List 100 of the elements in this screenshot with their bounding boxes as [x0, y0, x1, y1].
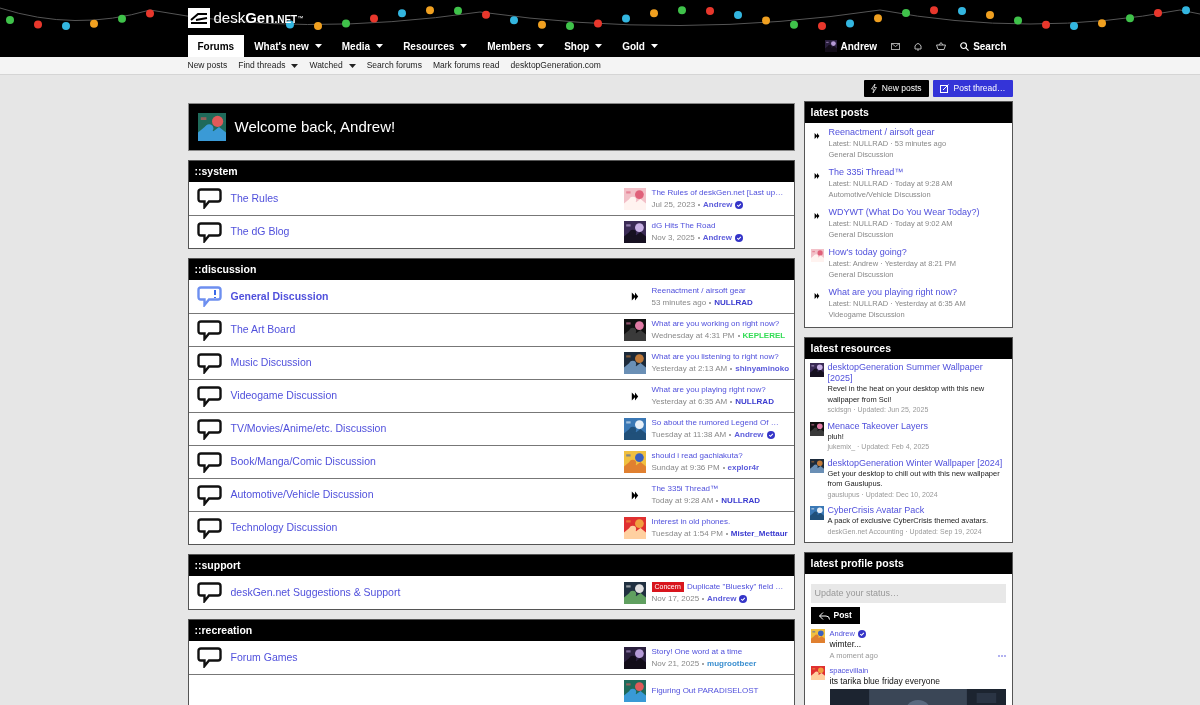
- welcome-text: Welcome back, Andrew!: [234, 116, 396, 137]
- nav-tab[interactable]: Resources: [393, 35, 478, 57]
- caret-icon: [537, 44, 545, 48]
- thread-link[interactable]: should i read gachiakuta?: [651, 450, 743, 462]
- username-link[interactable]: NULLRAD: [735, 396, 774, 408]
- section-header[interactable]: ::system: [188, 161, 794, 182]
- thread-link[interactable]: So about the rumored Legend Of …: [651, 417, 779, 429]
- bowtie-icon: [814, 171, 820, 180]
- username-link[interactable]: NULLRAD: [721, 495, 760, 507]
- caret-icon: [314, 44, 322, 48]
- thread-link[interactable]: WDYWT (What Do You Wear Today?): [828, 206, 980, 218]
- username-link[interactable]: Andrew: [703, 198, 733, 211]
- username-link[interactable]: shinyaminoko: [735, 363, 790, 375]
- nav-tab[interactable]: Members: [477, 35, 555, 57]
- forum-title[interactable]: Technology Discussion: [230, 520, 338, 536]
- thread-link[interactable]: What are you playing right now?: [828, 286, 966, 298]
- forum-title[interactable]: The dG Blog: [230, 224, 290, 240]
- thread-link[interactable]: Reenactment / airsoft gear: [828, 126, 947, 138]
- resource-link[interactable]: CyberCrisis Avatar Pack: [827, 505, 988, 516]
- thread-link[interactable]: dG Hits The Road: [651, 220, 716, 232]
- status-field[interactable]: Update your status…: [810, 583, 1006, 603]
- forum-title[interactable]: Forum Games: [230, 649, 298, 666]
- bowtie-icon: [630, 291, 639, 302]
- subnav-link[interactable]: desktopGeneration.com: [510, 59, 601, 72]
- username-link[interactable]: NULLRAD: [714, 296, 753, 309]
- caret-icon: [291, 63, 299, 68]
- post-time: Yesterday at 2:13 AM: [651, 363, 728, 375]
- nav-tab[interactable]: What's new: [244, 35, 332, 57]
- username-link[interactable]: Mister_Mettaur: [730, 528, 788, 540]
- bowtie-icon: [814, 131, 820, 140]
- post-time: Nov 3, 2025: [651, 232, 695, 244]
- thread-link[interactable]: The 335i Thread™: [651, 483, 719, 495]
- forum-title[interactable]: Book/Manga/Comic Discussion: [230, 454, 376, 470]
- post-time: Yesterday at 6:35 AM: [651, 396, 728, 408]
- nav-tab[interactable]: Forums: [187, 35, 245, 57]
- post-time: Nov 17, 2025: [651, 592, 700, 605]
- subnav-link[interactable]: Mark forums read: [432, 59, 500, 72]
- thread-link[interactable]: Figuring Out PARADISELOST: [651, 685, 759, 697]
- forum-title[interactable]: deskGen.net Suggestions & Support: [230, 584, 401, 601]
- section-header[interactable]: ::recreation: [188, 620, 794, 641]
- forum-title[interactable]: The Art Board: [230, 322, 296, 338]
- post-time: 53 minutes ago: [651, 296, 707, 309]
- caret-icon: [460, 44, 468, 48]
- post-time: Wednesday at 4:31 PM: [651, 330, 735, 342]
- subnav-link[interactable]: Find threads: [238, 59, 299, 72]
- subnav-link[interactable]: New posts: [187, 59, 228, 72]
- thread-link[interactable]: What are you working on right now?: [651, 318, 780, 330]
- forum-title[interactable]: TV/Movies/Anime/etc. Discussion: [230, 421, 387, 437]
- thread-link[interactable]: Duplicate "Bluesky" field …: [686, 580, 784, 593]
- thread-link[interactable]: What are you playing right now?: [651, 384, 766, 396]
- post-time: Tuesday at 1:54 PM: [651, 528, 723, 540]
- section-header[interactable]: ::support: [188, 555, 794, 576]
- username-link[interactable]: mugrootbeer: [707, 657, 757, 670]
- basket-icon[interactable]: [936, 42, 947, 50]
- bell-icon[interactable]: [914, 41, 923, 51]
- username-link[interactable]: Andrew: [734, 429, 764, 441]
- bowtie-icon: [630, 489, 639, 501]
- resource-link[interactable]: desktopGeneration Winter Wallpaper [2024]: [827, 457, 1007, 469]
- forum-title[interactable]: Videogame Discussion: [230, 388, 338, 404]
- thread-link[interactable]: Story! One word at a time: [651, 645, 743, 658]
- thread-link[interactable]: The 335i Thread™: [828, 166, 953, 178]
- profile-post-text: wimter...: [829, 639, 863, 650]
- forum-title[interactable]: The Rules: [230, 190, 279, 207]
- thread-link[interactable]: Reenactment / airsoft gear: [651, 284, 746, 297]
- nav-tab[interactable]: Shop: [554, 35, 613, 57]
- post-time: Tuesday at 11:38 AM: [651, 429, 727, 441]
- post-button[interactable]: Post: [810, 607, 860, 624]
- subnav-link[interactable]: Search forums: [366, 59, 422, 72]
- block-header: latest resources: [804, 338, 1012, 359]
- thread-link[interactable]: Interest in old phones.: [651, 516, 731, 528]
- thread-link[interactable]: The Rules of deskGen.net [Last up…: [651, 186, 784, 199]
- username-link[interactable]: Andrew: [702, 232, 732, 244]
- post-time: Today at 9:28 AM: [651, 495, 714, 507]
- mail-icon[interactable]: [891, 42, 901, 50]
- bowtie-icon: [814, 291, 820, 300]
- thread-link[interactable]: How's today going?: [828, 246, 957, 258]
- site-logo[interactable]: deskGen.NET$^{™}$: [213, 10, 304, 25]
- nav-tab[interactable]: Media: [331, 35, 394, 57]
- subnav-link[interactable]: Watched: [309, 59, 356, 72]
- forum-title[interactable]: Automotive/Vehicle Discussion: [230, 487, 374, 503]
- section-header[interactable]: ::discussion: [188, 259, 794, 280]
- forum-title[interactable]: Music Discussion: [230, 355, 312, 371]
- post-time: Sunday at 9:36 PM: [651, 462, 720, 474]
- forum-title[interactable]: General Discussion: [230, 288, 329, 305]
- search-icon: [960, 41, 970, 51]
- edit-icon: [939, 84, 949, 93]
- thread-link[interactable]: What are you listening to right now?: [651, 351, 779, 363]
- username-link[interactable]: Andrew: [707, 592, 737, 605]
- search-link[interactable]: Search: [960, 38, 1013, 54]
- nav-tab[interactable]: Gold: [612, 35, 668, 57]
- caret-icon: [595, 44, 603, 48]
- user-menu[interactable]: Andrew: [825, 38, 878, 54]
- post-time: Nov 21, 2025: [651, 657, 700, 670]
- post-time: Jul 25, 2023: [651, 198, 696, 211]
- bowtie-icon: [630, 390, 639, 402]
- action-button[interactable]: Post thread…: [932, 80, 1013, 97]
- username-link[interactable]: explor4r: [727, 462, 760, 474]
- resource-link[interactable]: desktopGeneration Summer Wallpaper [2025]: [827, 362, 1007, 384]
- resource-link[interactable]: Menace Takeover Layers: [827, 420, 930, 432]
- action-button[interactable]: New posts: [863, 80, 929, 97]
